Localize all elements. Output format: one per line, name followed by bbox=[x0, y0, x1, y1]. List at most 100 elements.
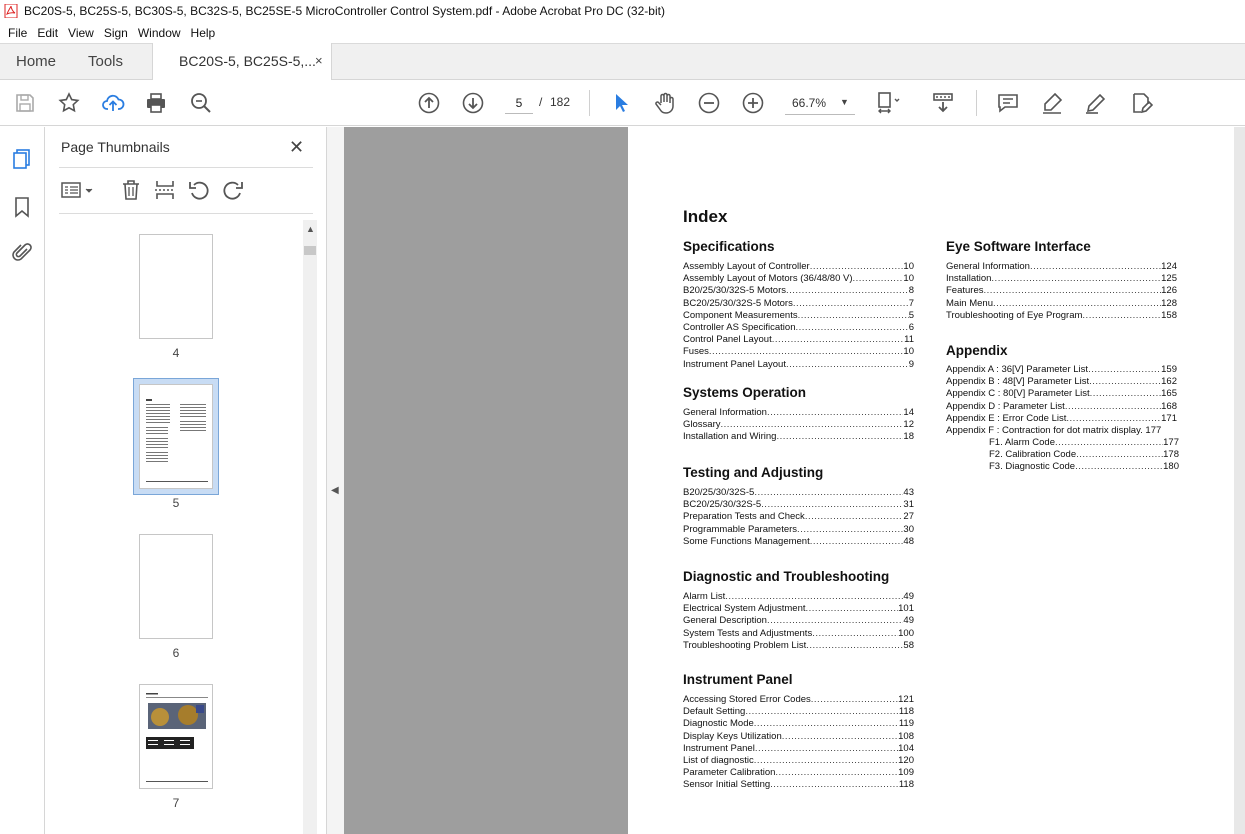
index-entry[interactable]: Parameter Calibration 109 bbox=[683, 767, 914, 779]
thumbnails-scrollbar[interactable]: ▲ bbox=[303, 220, 317, 834]
previous-page-icon[interactable] bbox=[417, 91, 441, 115]
index-entry[interactable]: Installation 125 bbox=[946, 273, 1177, 285]
collapse-panel-handle[interactable]: ◀ bbox=[327, 127, 344, 834]
index-title: Index bbox=[683, 207, 728, 226]
index-entry[interactable]: Diagnostic Mode 119 bbox=[683, 718, 914, 730]
index-entry[interactable]: F2. Calibration Code 178 bbox=[989, 449, 1179, 461]
thumbnail-page[interactable] bbox=[139, 684, 213, 789]
index-entry[interactable]: General Description 49 bbox=[683, 615, 914, 627]
scroll-mode-icon[interactable] bbox=[931, 91, 955, 115]
save-icon[interactable] bbox=[13, 91, 37, 115]
bookmark-star-icon[interactable] bbox=[57, 91, 81, 115]
upload-cloud-icon[interactable] bbox=[101, 91, 125, 115]
index-entry[interactable]: List of diagnostic 120 bbox=[683, 755, 914, 767]
rotate-right-icon[interactable] bbox=[221, 178, 245, 202]
index-entry-title: F3. Diagnostic Code bbox=[989, 461, 1076, 473]
zoom-level-dropdown[interactable]: 66.7% ▼ bbox=[785, 91, 855, 115]
index-entry-page: 100 bbox=[898, 627, 914, 639]
bookmarks-icon[interactable] bbox=[10, 195, 34, 219]
hand-tool-icon[interactable] bbox=[653, 91, 677, 115]
index-entry[interactable]: Accessing Stored Error Codes 121 bbox=[683, 694, 914, 706]
thumbnail-options-icon[interactable] bbox=[61, 178, 93, 202]
index-entry[interactable]: Component Measurements 5 bbox=[683, 310, 914, 322]
index-entry[interactable]: Appendix E : Error Code List 171 bbox=[946, 413, 1177, 425]
thumbnail-page-selected[interactable] bbox=[139, 384, 213, 489]
index-entry[interactable]: BC20/25/30/32S-5 31 bbox=[683, 499, 914, 511]
index-entry[interactable]: F1. Alarm Code 177 bbox=[989, 437, 1179, 449]
zoom-search-icon[interactable] bbox=[189, 91, 213, 115]
close-tab-icon[interactable]: × bbox=[315, 53, 323, 68]
document-scrollbar[interactable] bbox=[1234, 127, 1245, 834]
index-entry[interactable]: General Information 14 bbox=[683, 407, 914, 419]
delete-trash-icon[interactable] bbox=[119, 178, 143, 202]
index-entry[interactable]: Features 126 bbox=[946, 285, 1177, 297]
index-entry[interactable]: Installation and Wiring 18 bbox=[683, 431, 914, 443]
index-entry[interactable]: Assembly Layout of Controller 10 bbox=[683, 261, 914, 273]
index-entry[interactable]: System Tests and Adjustments 100 bbox=[683, 628, 914, 640]
close-panel-icon[interactable]: ✕ bbox=[289, 137, 304, 158]
index-entry[interactable]: Instrument Panel Layout 9 bbox=[683, 359, 914, 371]
tab-document[interactable]: BC20S-5, BC25S-5,... × bbox=[152, 43, 332, 80]
menu-edit[interactable]: Edit bbox=[32, 26, 63, 40]
tab-tools[interactable]: Tools bbox=[88, 53, 123, 70]
index-entry[interactable]: Electrical System Adjustment 101 bbox=[683, 603, 914, 615]
index-entry[interactable]: B20/25/30/32S-5 Motors 8 bbox=[683, 285, 914, 297]
index-entry[interactable]: B20/25/30/32S-5 43 bbox=[683, 487, 914, 499]
index-entry[interactable]: Some Functions Management 48 bbox=[683, 536, 914, 548]
collapse-left-icon[interactable]: ◀ bbox=[331, 485, 339, 496]
index-entry[interactable]: Programmable Parameters 30 bbox=[683, 524, 914, 536]
index-entry[interactable]: Appendix A : 36[V] Parameter List 159 bbox=[946, 364, 1177, 376]
thumbnail-page[interactable] bbox=[139, 534, 213, 639]
tab-home[interactable]: Home bbox=[16, 53, 56, 70]
page-thumbnails-icon[interactable] bbox=[10, 147, 34, 171]
menu-sign[interactable]: Sign bbox=[99, 26, 133, 40]
menu-view[interactable]: View bbox=[63, 26, 99, 40]
menu-window[interactable]: Window bbox=[133, 26, 186, 40]
index-entry[interactable]: Fuses 10 bbox=[683, 346, 914, 358]
scrollbar-thumb[interactable] bbox=[304, 246, 316, 255]
page-fit-icon[interactable] bbox=[876, 91, 900, 115]
comment-icon[interactable] bbox=[996, 91, 1020, 115]
print-icon[interactable] bbox=[144, 91, 168, 115]
index-entry[interactable]: Controller AS Specification 6 bbox=[683, 322, 914, 334]
zoom-in-icon[interactable] bbox=[741, 91, 765, 115]
menu-file[interactable]: File bbox=[3, 26, 32, 40]
index-entry[interactable]: Troubleshooting of Eye Program 158 bbox=[946, 310, 1177, 322]
page-number-input[interactable] bbox=[505, 92, 533, 114]
select-cursor-icon[interactable] bbox=[609, 91, 633, 115]
index-entry[interactable]: F3. Diagnostic Code 180 bbox=[989, 461, 1179, 473]
index-section-heading: Diagnostic and Troubleshooting bbox=[683, 569, 890, 584]
menu-help[interactable]: Help bbox=[186, 26, 221, 40]
index-entry[interactable]: Appendix F : Contraction for dot matrix … bbox=[946, 425, 1161, 437]
thumbnail-page[interactable] bbox=[139, 234, 213, 339]
index-entry[interactable]: Troubleshooting Problem List 58 bbox=[683, 640, 914, 652]
highlight-pen-icon[interactable] bbox=[1040, 91, 1064, 115]
index-entry[interactable]: Control Panel Layout 11 bbox=[683, 334, 914, 346]
scroll-up-icon[interactable]: ▲ bbox=[306, 224, 315, 234]
index-entry[interactable]: Glossary 12 bbox=[683, 419, 914, 431]
index-entry[interactable]: Display Keys Utilization 108 bbox=[683, 731, 914, 743]
index-entry-page: 6 bbox=[908, 322, 914, 333]
index-entry[interactable]: Main Menu 128 bbox=[946, 298, 1177, 310]
insert-pages-icon[interactable] bbox=[153, 178, 177, 202]
index-entry[interactable]: Preparation Tests and Check 27 bbox=[683, 511, 914, 523]
rotate-left-icon[interactable] bbox=[187, 178, 211, 202]
index-entry[interactable]: BC20/25/30/32S-5 Motors 7 bbox=[683, 298, 914, 310]
thumbnail-page-number: 7 bbox=[172, 796, 180, 810]
index-entry[interactable]: Instrument Panel 104 bbox=[683, 743, 914, 755]
zoom-out-icon[interactable] bbox=[697, 91, 721, 115]
attachments-paperclip-icon[interactable] bbox=[10, 241, 34, 265]
document-view[interactable]: Index Specifications Assembly Layout of C… bbox=[344, 127, 1245, 834]
index-entry[interactable]: Sensor Initial Setting 118 bbox=[683, 779, 914, 791]
sign-pen-icon[interactable] bbox=[1084, 91, 1108, 115]
panel-title: Page Thumbnails bbox=[61, 139, 170, 155]
index-entry[interactable]: Appendix D : Parameter List 168 bbox=[946, 401, 1177, 413]
index-entry[interactable]: Assembly Layout of Motors (36/48/80 V) 10 bbox=[683, 273, 914, 285]
index-entry[interactable]: Default Setting 118 bbox=[683, 706, 914, 718]
next-page-icon[interactable] bbox=[461, 91, 485, 115]
edit-document-icon[interactable] bbox=[1129, 91, 1154, 115]
index-entry[interactable]: Appendix B : 48[V] Parameter List 162 bbox=[946, 376, 1177, 388]
index-entry[interactable]: Alarm List 49 bbox=[683, 591, 914, 603]
index-entry[interactable]: General Information 124 bbox=[946, 261, 1177, 273]
index-entry[interactable]: Appendix C : 80[V] Parameter List 165 bbox=[946, 388, 1177, 400]
